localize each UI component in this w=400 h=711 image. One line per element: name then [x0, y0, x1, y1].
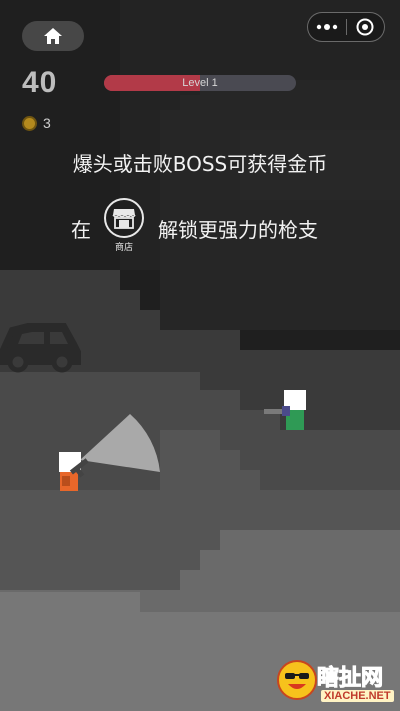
shop-label: 商店	[114, 243, 133, 253]
mini-program-capsule	[307, 12, 385, 42]
emoji-face-logo	[277, 660, 317, 700]
level-progress-bar: Level 1	[104, 75, 296, 91]
home-icon	[44, 28, 62, 44]
coin-count: 3	[43, 115, 51, 131]
target-circle-icon	[356, 18, 374, 36]
watermark-title: 瞎扯网	[316, 666, 384, 692]
tip-shop-suffix: 解锁更强力的枪支	[158, 218, 318, 242]
game-scene	[0, 0, 400, 711]
watermark-subtitle: XIACHE.NET	[321, 690, 394, 702]
store-icon	[112, 209, 136, 229]
more-dots-icon	[316, 24, 337, 30]
background-step-block-2	[160, 80, 400, 330]
game-screen: 40 3 Level 1 爆头或击败BOSS可获得金币 在 商店 解锁更强力的枪…	[0, 0, 400, 711]
tip-shop-prefix: 在	[71, 218, 91, 242]
site-watermark: 瞎扯网 XIACHE.NET	[277, 658, 394, 706]
tip-headshot: 爆头或击败BOSS可获得金币	[72, 152, 328, 176]
level-label: Level 1	[182, 77, 218, 89]
home-button[interactable]	[22, 21, 84, 51]
car-silhouette	[0, 323, 81, 373]
score-counter: 40	[22, 66, 58, 99]
coin-icon	[22, 115, 37, 131]
more-button[interactable]	[308, 13, 346, 41]
shop-button[interactable]	[104, 198, 144, 238]
close-button[interactable]	[346, 13, 384, 41]
coin-counter: 3	[22, 115, 51, 131]
